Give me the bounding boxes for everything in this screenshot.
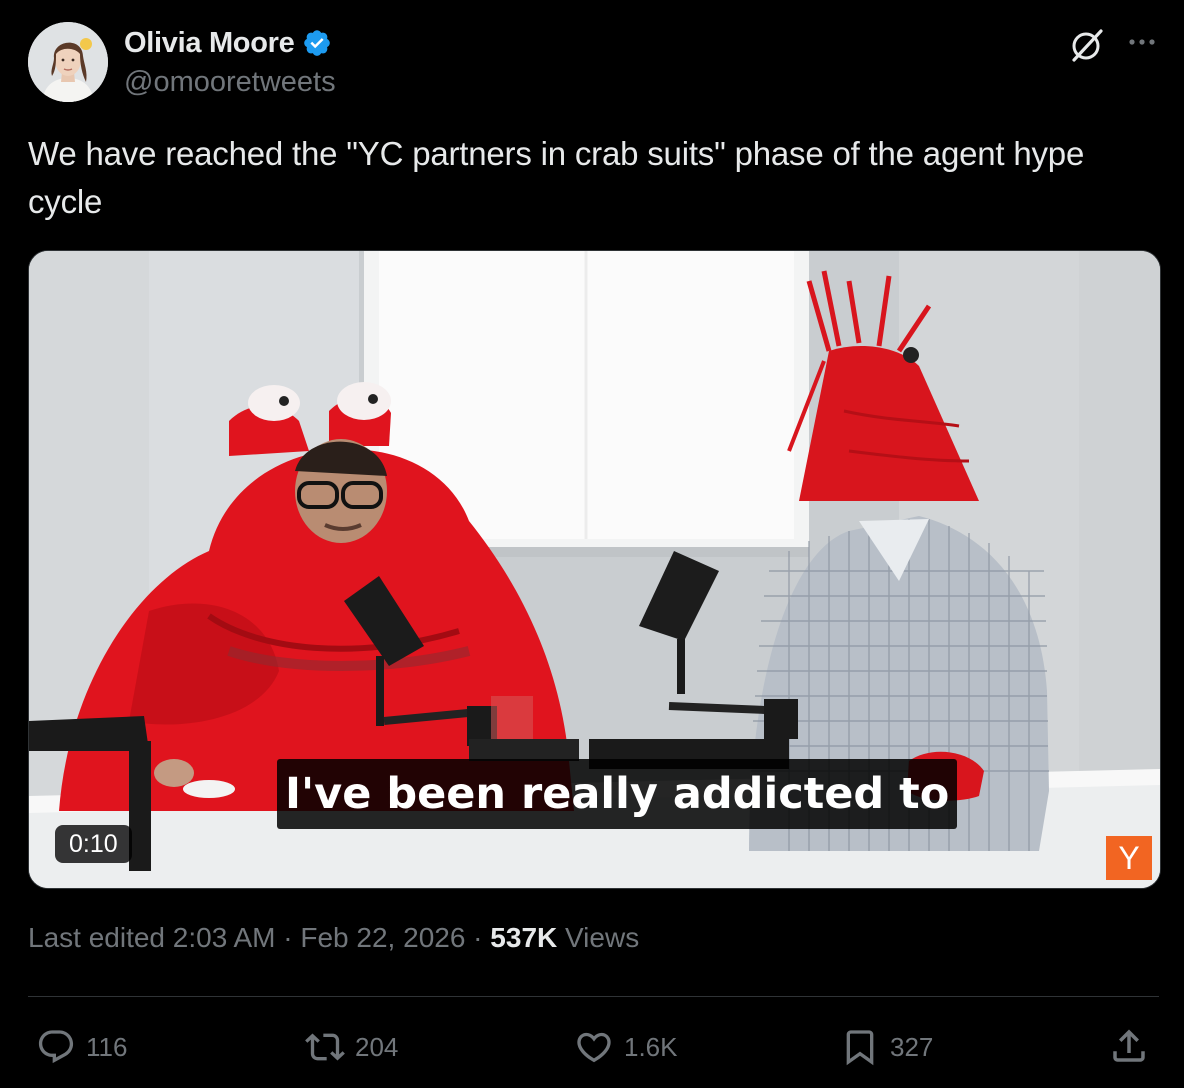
reply-icon [38, 1030, 74, 1064]
tweet: Olivia Moore @omooretweets We have reach… [0, 0, 1184, 1088]
author-name[interactable]: Olivia Moore [124, 27, 295, 60]
grok-icon[interactable] [1068, 26, 1106, 64]
reply-count: 116 [86, 1031, 128, 1062]
reply-button[interactable]: 116 [36, 1025, 127, 1069]
video-duration: 0:10 [55, 825, 132, 863]
like-icon [577, 1032, 611, 1063]
video-caption: I've been really addicted to [277, 759, 958, 829]
repost-icon [305, 1033, 345, 1061]
repost-count: 204 [355, 1031, 399, 1062]
edited-timestamp[interactable]: Last edited 2:03 AM · Feb 22, 2026 · [28, 922, 490, 953]
repost-button[interactable]: 204 [305, 1025, 398, 1069]
tweet-meta: Last edited 2:03 AM · Feb 22, 2026 · 537… [28, 922, 639, 954]
share-button[interactable] [1108, 1025, 1150, 1067]
views-label: Views [557, 922, 640, 953]
share-icon [1113, 1029, 1145, 1062]
bookmark-count: 327 [890, 1031, 934, 1062]
tweet-text: We have reached the "YC partners in crab… [28, 135, 1085, 220]
yc-logo: Y [1106, 836, 1152, 880]
author-handle[interactable]: @omooretweets [124, 66, 336, 99]
bookmark-icon [846, 1030, 874, 1066]
more-icon[interactable] [1124, 28, 1160, 56]
video-player[interactable]: I've been really addicted to 0:10 Y [28, 250, 1161, 889]
author-name-row: Olivia Moore [124, 24, 332, 62]
views-count: 537K [490, 922, 558, 953]
verified-icon[interactable] [302, 28, 332, 58]
bookmark-button[interactable]: 327 [840, 1025, 933, 1069]
avatar[interactable] [28, 22, 108, 102]
like-button[interactable]: 1.6K [574, 1025, 678, 1069]
like-count: 1.6K [624, 1031, 678, 1062]
divider [28, 996, 1159, 997]
